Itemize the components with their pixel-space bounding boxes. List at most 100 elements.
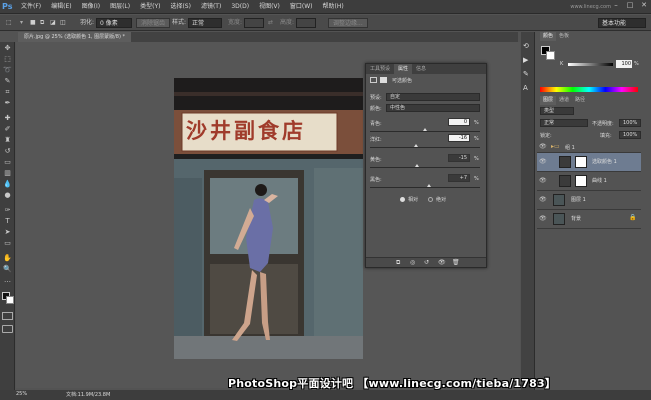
magenta-slider[interactable] — [370, 147, 480, 148]
height-input[interactable] — [296, 18, 316, 28]
selection-subtract-icon[interactable]: ◪ — [50, 18, 56, 28]
cyan-slider-knob[interactable] — [423, 128, 427, 131]
cyan-slider[interactable] — [370, 131, 480, 132]
brush-presets-icon[interactable]: ✎ — [523, 70, 529, 78]
selection-add-icon[interactable]: ⧉ — [40, 18, 44, 28]
color-bg-swatch[interactable] — [546, 51, 555, 60]
tab-layers[interactable]: 图层 — [540, 96, 557, 105]
black-value-input[interactable]: +7 — [448, 174, 470, 182]
eye-icon[interactable]: 👁 — [539, 196, 547, 204]
layer-selective-color[interactable]: 👁 选取颜色 1 — [537, 153, 641, 172]
layer-1[interactable]: 👁 图层 1 — [537, 191, 641, 210]
style-select[interactable]: 正常 — [188, 18, 222, 28]
black-slider-knob[interactable] — [427, 184, 431, 187]
eraser-icon[interactable]: ▭ — [2, 158, 13, 167]
tab-info[interactable]: 信息 — [412, 64, 430, 74]
workspace-select[interactable]: 基本功能 — [598, 18, 646, 28]
menu-window[interactable]: 窗口(W) — [285, 0, 318, 14]
fill-input[interactable]: 100% — [619, 131, 641, 139]
visibility-icon[interactable]: 👁 — [438, 259, 446, 266]
history-brush-icon[interactable]: ↺ — [2, 147, 13, 156]
tab-color[interactable]: 颜色 — [540, 32, 557, 41]
opacity-input[interactable]: 100% — [619, 119, 641, 127]
layer-mask-thumb[interactable] — [575, 156, 587, 168]
tab-swatches[interactable]: 色板 — [556, 32, 572, 41]
k-value-input[interactable]: 100 — [616, 60, 632, 68]
clone-stamp-icon[interactable]: ♜ — [2, 136, 13, 145]
quick-select-icon[interactable]: ✎ — [2, 77, 13, 86]
screen-mode-icon[interactable] — [2, 325, 13, 333]
character-icon[interactable]: A — [523, 84, 528, 92]
eye-icon[interactable]: 👁 — [539, 177, 547, 185]
lasso-tool-icon[interactable]: ➰ — [2, 66, 13, 75]
selection-new-icon[interactable]: ■ — [30, 18, 36, 28]
pen-tool-icon[interactable]: ✑ — [2, 206, 13, 215]
dodge-tool-icon[interactable]: ● — [2, 191, 13, 200]
layer-background[interactable]: 👁 背景 🔒 — [537, 210, 641, 229]
history-icon[interactable]: ⟲ — [523, 42, 529, 50]
layer-group-1[interactable]: 👁 ▸▭ 组 1 — [537, 141, 641, 153]
k-slider[interactable] — [568, 63, 613, 66]
eye-icon[interactable]: 👁 — [539, 158, 547, 166]
radio-absolute[interactable] — [428, 197, 433, 202]
healing-brush-icon[interactable]: ✚ — [2, 114, 13, 123]
tab-properties[interactable]: 属性 — [394, 64, 413, 74]
menu-3d[interactable]: 3D(D) — [226, 0, 254, 14]
menu-image[interactable]: 图像(I) — [77, 0, 105, 14]
color-spectrum-bar[interactable] — [540, 87, 638, 92]
brush-tool-icon[interactable]: ✐ — [2, 125, 13, 134]
menu-edit[interactable]: 编辑(E) — [46, 0, 76, 14]
blend-mode-select[interactable]: 正常 — [540, 119, 588, 127]
layer-mask-thumb[interactable] — [575, 175, 587, 187]
background-color-swatch[interactable] — [6, 296, 14, 304]
yellow-slider[interactable] — [370, 167, 480, 168]
layer-curves[interactable]: 👁 曲线 1 — [537, 172, 641, 191]
chevron-down-icon[interactable]: ▾ — [20, 18, 23, 28]
yellow-slider-knob[interactable] — [415, 164, 419, 167]
hand-tool-icon[interactable]: ✋ — [2, 254, 13, 263]
type-tool-icon[interactable]: T — [2, 217, 13, 226]
menu-select[interactable]: 选择(S) — [165, 0, 196, 14]
blur-tool-icon[interactable]: 💧 — [2, 180, 13, 189]
view-previous-icon[interactable]: ◎ — [410, 259, 415, 266]
document-photo[interactable]: 沙井副食店 — [174, 78, 363, 359]
reset-icon[interactable]: ↺ — [424, 259, 429, 266]
eyedropper-icon[interactable]: ✒ — [2, 99, 13, 108]
tab-channels[interactable]: 通道 — [556, 96, 572, 105]
menu-type[interactable]: 类型(Y) — [135, 0, 165, 14]
magenta-slider-knob[interactable] — [414, 144, 418, 147]
marquee-tool-icon[interactable]: ⬚ — [2, 55, 13, 64]
shape-tool-icon[interactable]: ▭ — [2, 239, 13, 248]
width-input[interactable] — [244, 18, 264, 28]
zoom-level[interactable]: 25% — [16, 391, 27, 397]
path-select-icon[interactable]: ➤ — [2, 228, 13, 237]
refine-edge-button[interactable]: 调整边缘... — [328, 18, 368, 28]
antialias-checkbox[interactable]: 消除锯齿 — [136, 18, 171, 28]
layer-kind-filter[interactable]: 类型 — [540, 107, 574, 115]
color-select[interactable]: 中性色 — [386, 104, 480, 112]
crop-tool-icon[interactable]: ⌗ — [2, 88, 13, 97]
menu-view[interactable]: 视图(V) — [254, 0, 285, 14]
gradient-tool-icon[interactable]: ▥ — [2, 169, 13, 178]
eye-icon[interactable]: 👁 — [539, 143, 547, 151]
mask-icon[interactable] — [380, 77, 387, 83]
quick-mask-icon[interactable] — [2, 312, 13, 320]
menu-file[interactable]: 文件(F) — [16, 0, 46, 14]
yellow-value-input[interactable]: -15 — [448, 154, 470, 162]
clip-to-layer-icon[interactable]: ⧉ — [396, 259, 400, 267]
actions-icon[interactable]: ▶ — [523, 56, 528, 64]
minimize-icon[interactable]: – — [611, 1, 621, 10]
swap-icon[interactable]: ⇄ — [268, 18, 273, 28]
close-icon[interactable]: ✕ — [639, 1, 649, 10]
preset-select[interactable]: 自定 — [386, 93, 480, 101]
radio-relative[interactable] — [400, 197, 405, 202]
selection-intersect-icon[interactable]: ◫ — [60, 18, 66, 28]
eye-icon[interactable]: 👁 — [539, 215, 547, 223]
cyan-value-input[interactable]: 0 — [448, 118, 470, 126]
maximize-icon[interactable]: □ — [625, 1, 635, 10]
move-tool-icon[interactable]: ✥ — [2, 44, 13, 53]
marquee-tool-icon[interactable]: ⬚ — [6, 18, 12, 28]
menu-filter[interactable]: 滤镜(T) — [196, 0, 226, 14]
menu-help[interactable]: 帮助(H) — [318, 0, 349, 14]
magenta-value-input[interactable]: -16 — [448, 134, 470, 142]
